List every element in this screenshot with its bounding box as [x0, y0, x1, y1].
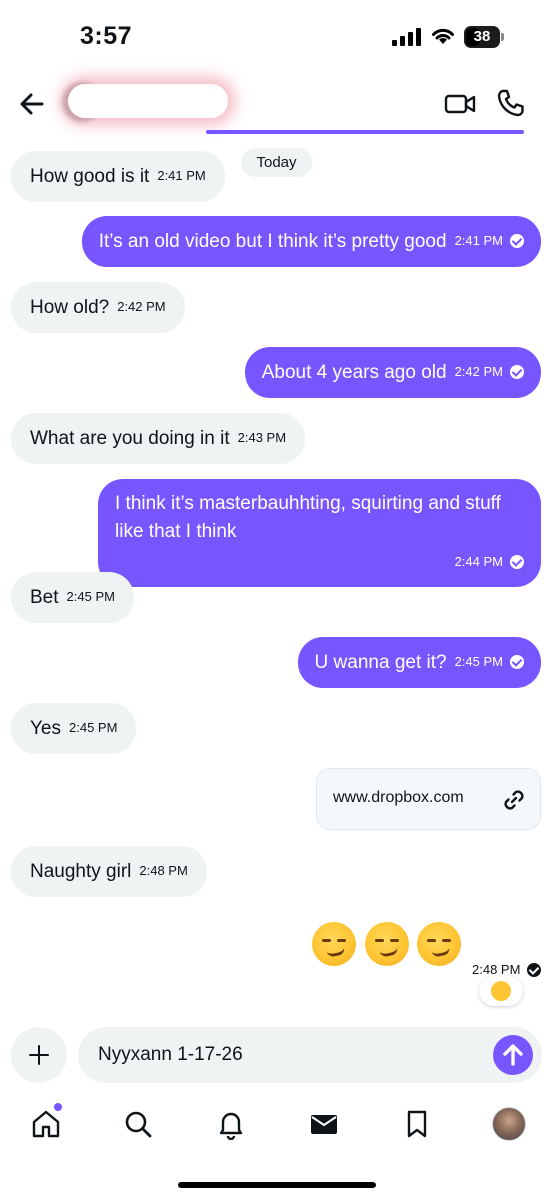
message-time: 2:48 PM	[139, 863, 188, 878]
emoji-message-meta: 2:48 PM	[472, 962, 542, 977]
message-bubble-outgoing[interactable]: About 4 years ago old 2:42 PM	[244, 347, 541, 398]
message-time: 2:43 PM	[237, 430, 287, 445]
phone-call-icon[interactable]	[496, 88, 526, 118]
notifications-bell-icon[interactable]	[215, 1108, 247, 1140]
emoji-message[interactable]	[312, 922, 462, 972]
message-text: Naughty girl	[30, 861, 132, 882]
profile-avatar[interactable]	[492, 1107, 526, 1141]
message-time: 2:45 PM	[454, 654, 503, 669]
message-bubble-outgoing[interactable]: U wanna get it? 2:45 PM	[297, 637, 541, 688]
message-time: 2:41 PM	[454, 233, 503, 248]
message-time: 2:42 PM	[454, 364, 503, 379]
battery-icon: 38	[464, 26, 504, 48]
sent-check-icon	[510, 234, 524, 248]
message-time: 2:42 PM	[117, 299, 166, 314]
message-bubble-outgoing[interactable]: It’s an old video but I think it’s prett…	[81, 216, 541, 267]
unread-dot	[54, 1103, 62, 1111]
header-divider	[206, 130, 524, 134]
smirking-face-emoji-icon	[312, 922, 356, 966]
message-bubble-incoming[interactable]: How old? 2:42 PM	[11, 282, 185, 333]
contact-name[interactable]	[68, 84, 228, 118]
link-icon	[504, 790, 524, 810]
message-composer	[78, 1027, 542, 1083]
home-indicator	[178, 1182, 376, 1188]
message-time: 2:41 PM	[157, 168, 206, 183]
bookmark-icon[interactable]	[401, 1108, 433, 1140]
message-bubble-incoming[interactable]: Yes 2:45 PM	[11, 703, 137, 754]
message-text: How good is it	[30, 166, 150, 187]
message-text: It’s an old video but I think it’s prett…	[98, 231, 447, 252]
message-time: 2:48 PM	[472, 962, 521, 977]
bottom-navigation	[0, 1098, 553, 1158]
sent-check-icon	[510, 555, 524, 569]
message-bubble-outgoing[interactable]: I think it’s masterbauhhting, squirting …	[98, 479, 541, 587]
sent-check-icon	[527, 962, 542, 977]
message-bubble-incoming[interactable]: Naughty girl 2:48 PM	[11, 846, 207, 897]
message-text: I think it’s masterbauhhting, squirting …	[115, 493, 501, 542]
video-call-icon[interactable]	[444, 90, 476, 118]
back-arrow-icon[interactable]	[14, 86, 50, 122]
message-bubble-incoming[interactable]: Bet 2:45 PM	[11, 572, 134, 623]
send-button[interactable]	[493, 1035, 533, 1075]
message-time: 2:45 PM	[66, 589, 115, 604]
home-icon[interactable]	[30, 1108, 62, 1140]
message-text: U wanna get it?	[314, 652, 447, 673]
smirking-face-emoji-icon	[417, 922, 461, 966]
arrow-up-icon	[503, 1044, 523, 1066]
battery-level: 38	[473, 28, 491, 45]
message-bubble-incoming[interactable]: How good is it 2:41 PM	[11, 151, 225, 202]
message-text: Yes	[30, 718, 61, 739]
messages-envelope-icon[interactable]	[308, 1108, 340, 1140]
reaction-badge[interactable]	[479, 976, 523, 1006]
sent-check-icon	[510, 655, 524, 669]
link-preview-card[interactable]: www.dropbox.com	[316, 768, 541, 830]
cellular-signal-icon	[392, 28, 422, 46]
message-text: About 4 years ago old	[261, 362, 447, 383]
message-text: Bet	[30, 587, 59, 608]
message-time: 2:44 PM	[454, 554, 503, 569]
wifi-icon	[432, 28, 454, 44]
message-text: How old?	[30, 297, 110, 318]
sent-check-icon	[510, 365, 524, 379]
add-attachment-button[interactable]	[11, 1027, 67, 1083]
status-time: 3:57	[80, 22, 133, 50]
message-input[interactable]	[98, 1027, 478, 1083]
status-bar: 3:57 38	[0, 0, 553, 70]
winking-face-emoji-icon	[491, 981, 511, 1001]
message-text: What are you doing in it	[30, 428, 230, 449]
message-bubble-incoming[interactable]: What are you doing in it 2:43 PM	[11, 413, 306, 464]
smirking-face-emoji-icon	[365, 922, 409, 966]
search-icon[interactable]	[122, 1108, 154, 1140]
day-separator: Today	[241, 148, 312, 177]
link-url: www.dropbox.com	[333, 789, 464, 806]
message-time: 2:45 PM	[69, 720, 118, 735]
conversation-header	[0, 72, 553, 142]
